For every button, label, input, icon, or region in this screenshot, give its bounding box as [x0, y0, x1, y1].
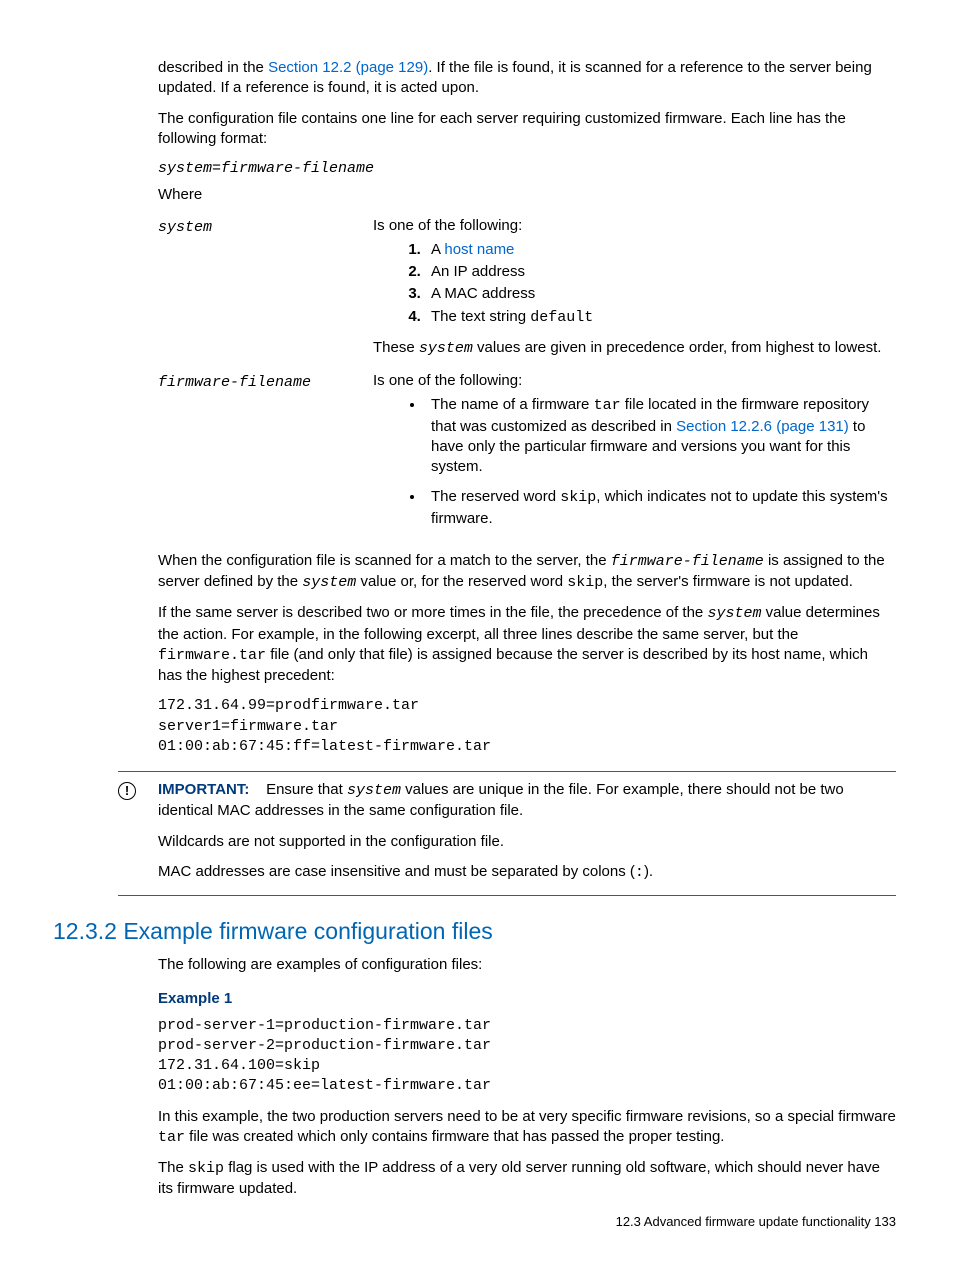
text: , the server's firmware is not updated. [603, 573, 853, 590]
text: values are unique in the file. For examp… [158, 781, 844, 819]
example-1-explain-2: The skip flag is used with the IP addres… [158, 1158, 896, 1200]
code-system: system [158, 160, 212, 177]
def-term-firmware: firmware-filename [158, 371, 373, 393]
text: These [373, 339, 419, 356]
text: described in the [158, 59, 268, 76]
code-skip: skip [567, 574, 603, 591]
code-system: system [347, 782, 401, 799]
code-firmware-tar: firmware.tar [158, 647, 266, 664]
list-item: The name of a firmware tar file located … [425, 395, 896, 477]
important-label: IMPORTANT: [158, 781, 249, 798]
def-firmware-intro: Is one of the following: [373, 371, 896, 391]
text: When the configuration file is scanned f… [158, 552, 611, 569]
text: flag is used with the IP address of a ve… [158, 1159, 880, 1197]
text: A [431, 241, 444, 258]
code-firmware-filename: firmware-filename [611, 553, 764, 570]
intro-paragraph-2: The configuration file contains one line… [158, 109, 896, 150]
code-block-precedence: 172.31.64.99=prodfirmware.tar server1=fi… [158, 696, 896, 757]
link-host-name[interactable]: host name [444, 241, 514, 258]
def-system-intro: Is one of the following: [373, 216, 896, 236]
text: value or, for the reserved word [356, 573, 567, 590]
intro-paragraph-1: described in the Section 12.2 (page 129)… [158, 58, 896, 99]
code-tar: tar [594, 397, 621, 414]
callout-p2: Wildcards are not supported in the confi… [158, 832, 896, 852]
text: The reserved word [431, 488, 560, 505]
def-row-firmware: firmware-filename Is one of the followin… [158, 371, 896, 539]
code-system: system [302, 574, 356, 591]
format-line: system=firmware-filename [158, 159, 896, 179]
code-eq: = [212, 160, 221, 177]
system-list: A host name An IP address A MAC address … [373, 240, 896, 328]
list-item: A MAC address [425, 284, 896, 304]
code-block-example-1: prod-server-1=production-firmware.tar pr… [158, 1016, 896, 1097]
text: The name of a firmware [431, 396, 594, 413]
def-term-system: system [158, 216, 373, 238]
text: MAC addresses are case insensitive and m… [158, 863, 635, 880]
paragraph-precedence: If the same server is described two or m… [158, 603, 896, 686]
list-item: The reserved word skip, which indicates … [425, 487, 896, 529]
example-1-explain-1: In this example, the two production serv… [158, 1107, 896, 1149]
firmware-list: The name of a firmware tar file located … [373, 395, 896, 529]
list-item: The text string default [425, 307, 896, 328]
text: ). [644, 863, 653, 880]
important-callout: ! IMPORTANT: Ensure that system values a… [118, 771, 896, 896]
where-label: Where [158, 185, 896, 205]
code-system: system [419, 340, 473, 357]
definition-table: system Is one of the following: A host n… [158, 216, 896, 539]
paragraph-scan: When the configuration file is scanned f… [158, 551, 896, 594]
code-tar: tar [158, 1129, 185, 1146]
code-firmware-filename: firmware-filename [221, 160, 374, 177]
code-system: system [707, 605, 761, 622]
text: values are given in precedence order, fr… [473, 339, 882, 356]
text: file was created which only contains fir… [185, 1128, 724, 1145]
text: In this example, the two production serv… [158, 1108, 896, 1125]
text: Ensure that [266, 781, 347, 798]
list-item: A host name [425, 240, 896, 260]
link-section-12-2-6[interactable]: Section 12.2.6 (page 131) [676, 418, 849, 435]
text: The [158, 1159, 188, 1176]
code-default: default [530, 309, 593, 326]
examples-intro: The following are examples of configurat… [158, 955, 896, 975]
code-skip: skip [188, 1160, 224, 1177]
callout-p3: MAC addresses are case insensitive and m… [158, 862, 896, 883]
link-section-12-2[interactable]: Section 12.2 (page 129) [268, 59, 428, 76]
important-icon: ! [118, 782, 136, 800]
page-footer: 12.3 Advanced firmware update functional… [616, 1213, 896, 1231]
text: The text string [431, 308, 530, 325]
code-colon: : [635, 864, 644, 881]
callout-p1: IMPORTANT: Ensure that system values are… [158, 780, 896, 822]
example-1-label: Example 1 [158, 989, 896, 1009]
section-heading-12-3-2: 12.3.2 Example firmware configuration fi… [53, 916, 896, 947]
code-skip: skip [560, 489, 596, 506]
def-row-system: system Is one of the following: A host n… [158, 216, 896, 360]
list-item: An IP address [425, 262, 896, 282]
def-system-after: These system values are given in precede… [373, 338, 896, 359]
text: If the same server is described two or m… [158, 604, 707, 621]
